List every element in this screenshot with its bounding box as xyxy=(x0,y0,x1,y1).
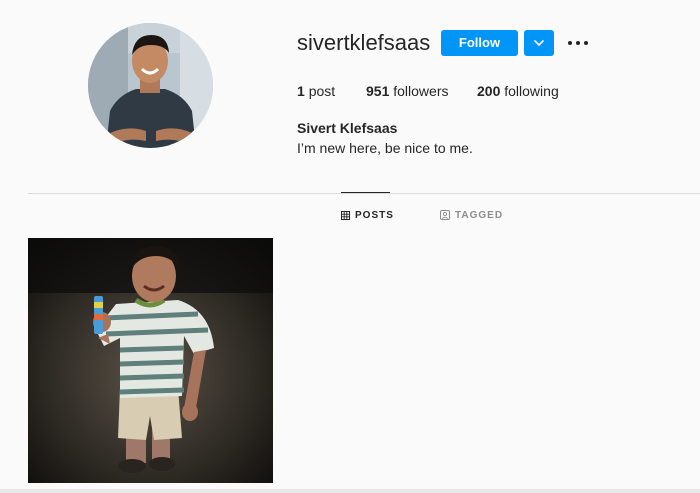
avatar-photo xyxy=(88,23,213,148)
tab-posts[interactable]: POSTS xyxy=(341,210,394,222)
followers-count-value: 951 xyxy=(366,83,390,99)
tab-tagged-label: TAGGED xyxy=(455,210,504,221)
following-link[interactable]: 200 following xyxy=(477,82,559,100)
window-bottom-border xyxy=(0,489,700,493)
following-count-label: following xyxy=(504,83,559,99)
posts-count-value: 1 xyxy=(297,83,305,99)
chevron-down-icon xyxy=(533,39,545,47)
followers-count-label: followers xyxy=(393,83,449,99)
tagged-icon xyxy=(440,210,450,220)
posts-count: 1 post xyxy=(297,82,335,100)
active-tab-indicator xyxy=(341,192,390,193)
profile-bio: I’m new here, be nice to me. xyxy=(297,140,473,156)
more-options-button[interactable] xyxy=(566,33,590,53)
profile-page: sivertklefsaas Follow 1 post 951 followe… xyxy=(0,0,700,493)
tabs-divider xyxy=(28,193,700,194)
grid-icon xyxy=(341,211,350,220)
more-options-icon-dot xyxy=(584,41,588,45)
following-count-value: 200 xyxy=(477,83,501,99)
profile-username: sivertklefsaas xyxy=(297,30,431,55)
posts-count-label: post xyxy=(308,83,336,99)
avatar[interactable] xyxy=(88,23,213,148)
more-options-icon-dot xyxy=(576,41,580,45)
suggested-dropdown-button[interactable] xyxy=(524,30,554,56)
post-thumbnail[interactable] xyxy=(28,238,273,483)
post-photo xyxy=(28,238,273,483)
tab-posts-label: POSTS xyxy=(355,210,394,221)
followers-link[interactable]: 951 followers xyxy=(366,82,449,100)
profile-full-name: Sivert Klefsaas xyxy=(297,120,398,136)
more-options-icon xyxy=(568,41,572,45)
tab-tagged[interactable]: TAGGED xyxy=(440,210,503,222)
follow-button[interactable]: Follow xyxy=(441,30,518,56)
